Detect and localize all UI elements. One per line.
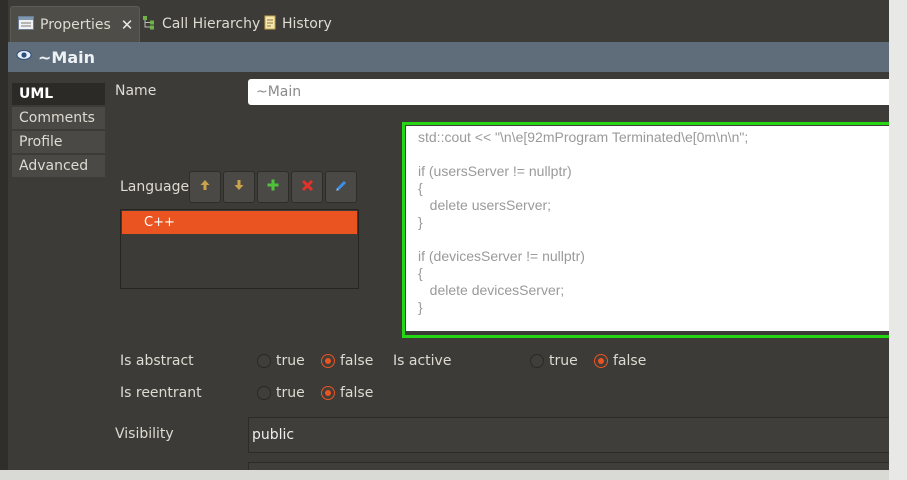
is-reentrant-true-radio[interactable] xyxy=(257,386,271,400)
radio-label: true xyxy=(549,353,578,369)
is-active-false-radio[interactable] xyxy=(594,354,608,368)
language-label: Language xyxy=(120,179,190,195)
edit-icon xyxy=(335,179,348,196)
delete-icon xyxy=(301,179,314,196)
is-reentrant-label: Is reentrant xyxy=(120,385,202,401)
code-line: delete devicesServer; xyxy=(418,282,565,298)
element-title-bar: ~Main xyxy=(8,42,889,72)
move-up-button[interactable] xyxy=(189,171,221,203)
name-label: Name xyxy=(115,83,157,99)
move-down-icon xyxy=(234,179,244,195)
nav-item-advanced[interactable]: Advanced xyxy=(12,155,105,178)
page-title: ~Main xyxy=(38,47,95,67)
code-line: } xyxy=(418,214,423,230)
is-abstract-label: Is abstract xyxy=(120,353,194,369)
code-line: delete usersServer; xyxy=(418,197,552,213)
code-line: { xyxy=(418,265,423,281)
tab-label: Properties xyxy=(40,16,111,33)
tab-call-hierarchy[interactable]: Call Hierarchy xyxy=(138,6,264,42)
history-icon xyxy=(264,15,276,34)
tab-label: History xyxy=(282,16,332,32)
edit-button[interactable] xyxy=(325,171,357,203)
nav-item-profile[interactable]: Profile xyxy=(12,131,105,154)
code-line: { xyxy=(418,180,423,196)
radio-label: true xyxy=(276,353,305,369)
radio-label: false xyxy=(613,353,647,369)
view-tab-bar: Properties ✕ Call Hierarchy History xyxy=(8,6,889,43)
is-abstract-false-radio[interactable] xyxy=(321,354,335,368)
move-down-button[interactable] xyxy=(223,171,255,203)
is-active-label: Is active xyxy=(393,353,452,369)
radio-label: true xyxy=(276,385,305,401)
add-button[interactable] xyxy=(257,171,289,203)
code-line: std::cout << "\n\e[92mProgram Terminated… xyxy=(418,129,749,145)
radio-label: false xyxy=(340,353,374,369)
tab-label: Call Hierarchy xyxy=(162,16,261,32)
code-line: if (usersServer != nullptr) xyxy=(418,163,572,179)
code-line: if (devicesServer != nullptr) xyxy=(418,248,585,264)
radio-label: false xyxy=(340,385,374,401)
nav-item-comments[interactable]: Comments xyxy=(12,107,105,130)
properties-view: Properties ✕ Call Hierarchy History ~Mai… xyxy=(0,0,889,480)
section-nav: UML Comments Profile Advanced xyxy=(8,79,105,470)
call-hierarchy-icon xyxy=(142,15,156,34)
language-list[interactable]: C++ xyxy=(120,209,359,289)
body-code-editor[interactable]: std::cout << "\n\e[92mProgram Terminated… xyxy=(406,126,889,331)
nav-item-uml[interactable]: UML xyxy=(12,83,105,106)
visibility-combo[interactable]: public xyxy=(248,417,889,453)
list-item[interactable]: C++ xyxy=(122,211,357,234)
close-icon[interactable]: ✕ xyxy=(121,16,134,34)
name-field[interactable]: ~Main xyxy=(248,79,889,105)
operation-icon xyxy=(16,49,32,65)
is-abstract-true-radio[interactable] xyxy=(257,354,271,368)
bottom-border xyxy=(0,470,889,480)
move-up-icon xyxy=(200,179,210,195)
window-edge xyxy=(0,0,8,480)
tab-history[interactable]: History xyxy=(260,6,336,42)
is-active-true-radio[interactable] xyxy=(530,354,544,368)
code-line: } xyxy=(418,299,423,315)
delete-button[interactable] xyxy=(291,171,323,203)
tab-properties[interactable]: Properties ✕ xyxy=(10,6,141,42)
properties-icon xyxy=(18,15,34,34)
add-icon xyxy=(267,179,279,195)
visibility-label: Visibility xyxy=(115,426,174,442)
is-reentrant-false-radio[interactable] xyxy=(321,386,335,400)
